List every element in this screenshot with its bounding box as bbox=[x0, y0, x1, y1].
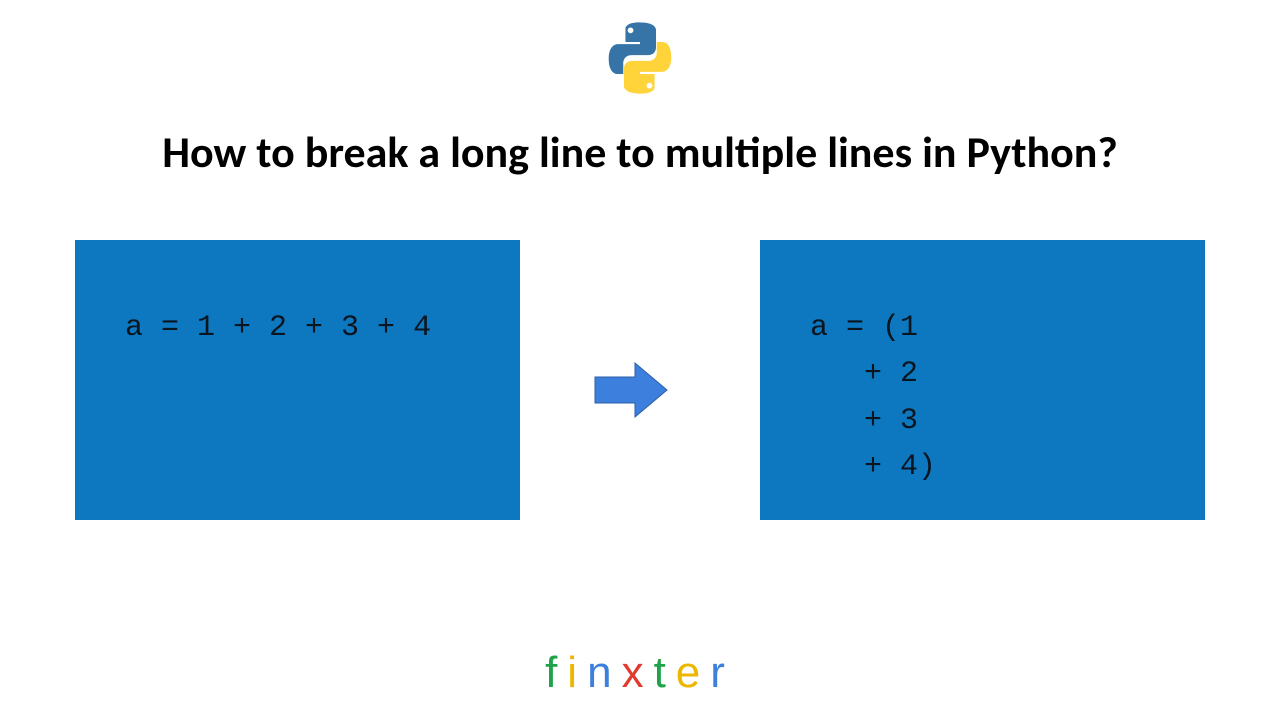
page-title: How to break a long line to multiple lin… bbox=[0, 125, 1280, 179]
code-text-after: a = (1 + 2 + 3 + 4) bbox=[774, 311, 936, 485]
brand-letter: i bbox=[567, 648, 587, 698]
brand-logo: finxter bbox=[545, 648, 735, 698]
right-arrow-icon bbox=[585, 355, 675, 430]
brand-letter: f bbox=[545, 648, 567, 698]
code-block-before: a = 1 + 2 + 3 + 4 bbox=[75, 240, 520, 520]
code-text-before: a = 1 + 2 + 3 + 4 bbox=[125, 311, 431, 345]
brand-letter: t bbox=[654, 648, 676, 698]
brand-letter: x bbox=[622, 648, 654, 698]
brand-letter: n bbox=[587, 648, 621, 698]
code-block-after: a = (1 + 2 + 3 + 4) bbox=[760, 240, 1205, 520]
brand-letter: e bbox=[676, 648, 710, 698]
python-logo-icon bbox=[600, 18, 680, 103]
brand-letter: r bbox=[710, 648, 735, 698]
